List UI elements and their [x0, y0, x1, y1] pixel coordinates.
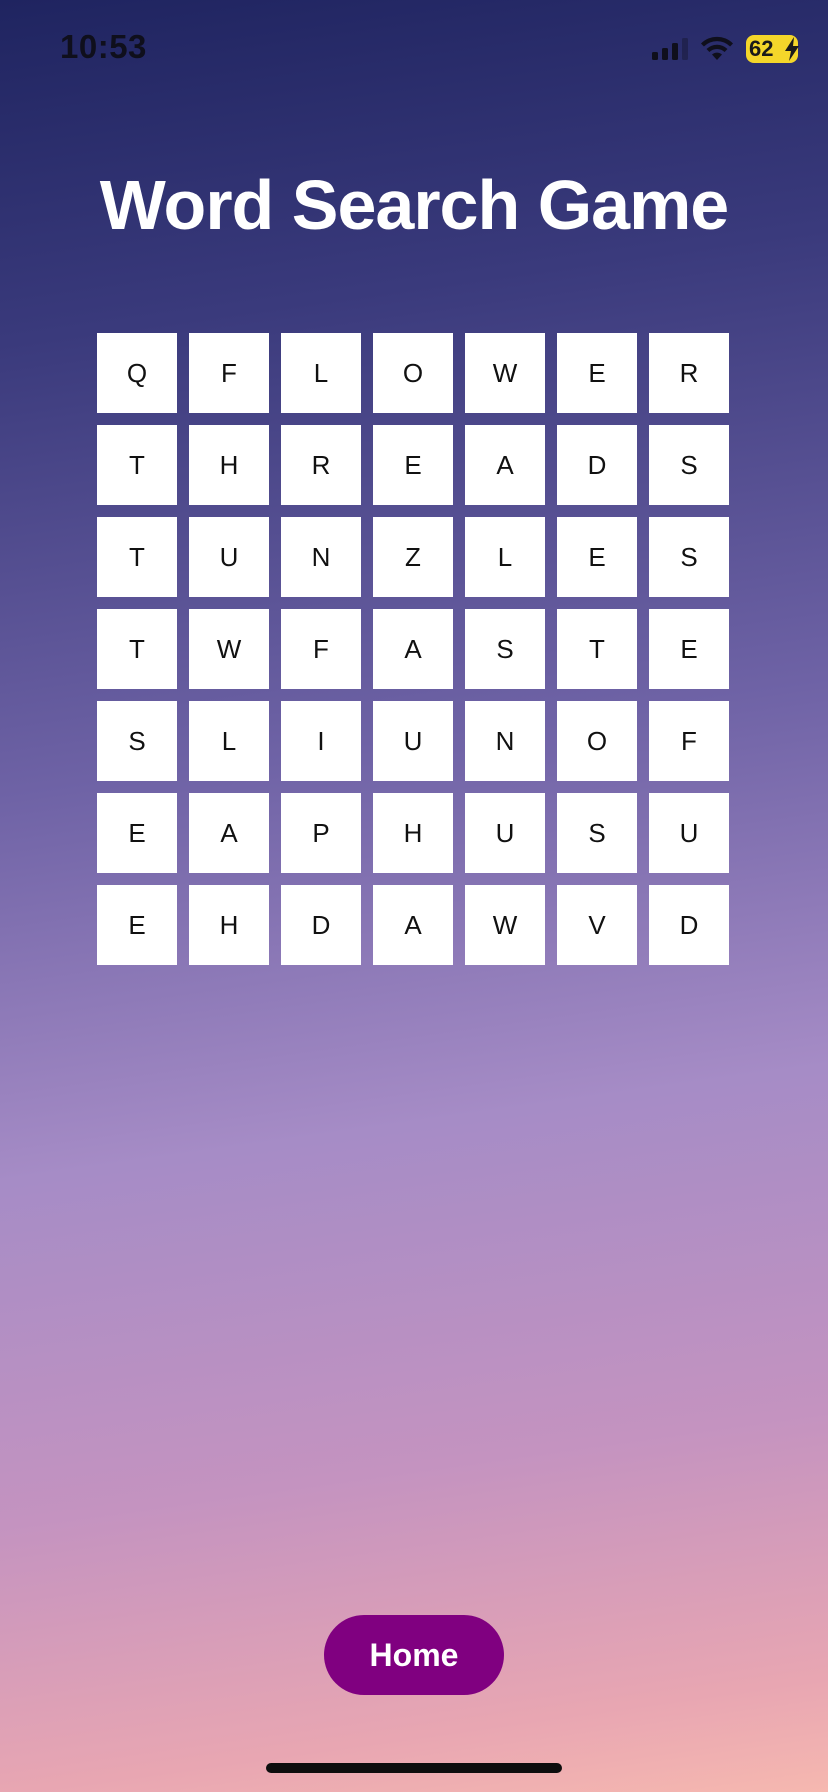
grid-cell[interactable]: S	[465, 609, 545, 689]
bolt-icon	[785, 37, 799, 61]
grid-cell[interactable]: T	[97, 517, 177, 597]
page-title: Word Search Game	[99, 166, 730, 244]
grid-cell[interactable]: R	[649, 333, 729, 413]
grid-cell[interactable]: N	[281, 517, 361, 597]
status-time: 10:53	[60, 28, 147, 65]
grid-cell[interactable]: T	[97, 425, 177, 505]
grid-cell[interactable]: D	[281, 885, 361, 965]
grid-cell[interactable]: F	[281, 609, 361, 689]
grid-cell[interactable]: U	[649, 793, 729, 873]
grid-cell[interactable]: V	[557, 885, 637, 965]
grid-cell[interactable]: D	[557, 425, 637, 505]
battery-level: 62	[749, 36, 774, 61]
grid-cell[interactable]: E	[557, 333, 637, 413]
grid-cell[interactable]: O	[373, 333, 453, 413]
grid-cell[interactable]: U	[465, 793, 545, 873]
grid-cell[interactable]: T	[97, 609, 177, 689]
grid-cell[interactable]: H	[189, 425, 269, 505]
grid-cell[interactable]: E	[373, 425, 453, 505]
grid-cell[interactable]: L	[281, 333, 361, 413]
grid-cell[interactable]: T	[557, 609, 637, 689]
grid-cell[interactable]: A	[373, 609, 453, 689]
grid-cell[interactable]: U	[373, 701, 453, 781]
grid-cell[interactable]: F	[189, 333, 269, 413]
grid-cell[interactable]: E	[557, 517, 637, 597]
grid-cell[interactable]: S	[557, 793, 637, 873]
grid-cell[interactable]: W	[465, 333, 545, 413]
grid-cell[interactable]: I	[281, 701, 361, 781]
grid-cell[interactable]: E	[649, 609, 729, 689]
grid-cell[interactable]: W	[465, 885, 545, 965]
home-indicator[interactable]	[266, 1763, 562, 1773]
grid-cell[interactable]: H	[189, 885, 269, 965]
word-search-grid: QFLOWERTHREADSTUNZLESTWFASTESLIUNOFEAPHU…	[97, 333, 729, 965]
grid-cell[interactable]: E	[97, 793, 177, 873]
grid-cell[interactable]: N	[465, 701, 545, 781]
grid-cell[interactable]: P	[281, 793, 361, 873]
grid-cell[interactable]: D	[649, 885, 729, 965]
grid-cell[interactable]: Z	[373, 517, 453, 597]
grid-cell[interactable]: L	[189, 701, 269, 781]
battery-icon: 62	[746, 35, 799, 63]
status-icons: 62	[652, 34, 799, 64]
grid-cell[interactable]: U	[189, 517, 269, 597]
grid-cell[interactable]: W	[189, 609, 269, 689]
grid-cell[interactable]: Q	[97, 333, 177, 413]
home-button[interactable]: Home	[324, 1615, 504, 1695]
grid-cell[interactable]: O	[557, 701, 637, 781]
grid-cell[interactable]: S	[649, 425, 729, 505]
grid-cell[interactable]: A	[189, 793, 269, 873]
wifi-icon	[701, 36, 733, 60]
grid-cell[interactable]: A	[465, 425, 545, 505]
grid-cell[interactable]: L	[465, 517, 545, 597]
grid-cell[interactable]: F	[649, 701, 729, 781]
grid-cell[interactable]: R	[281, 425, 361, 505]
status-bar: 10:53 62	[0, 0, 828, 100]
signal-icon	[652, 38, 688, 60]
grid-cell[interactable]: E	[97, 885, 177, 965]
grid-cell[interactable]: A	[373, 885, 453, 965]
grid-cell[interactable]: S	[649, 517, 729, 597]
grid-cell[interactable]: H	[373, 793, 453, 873]
grid-cell[interactable]: S	[97, 701, 177, 781]
